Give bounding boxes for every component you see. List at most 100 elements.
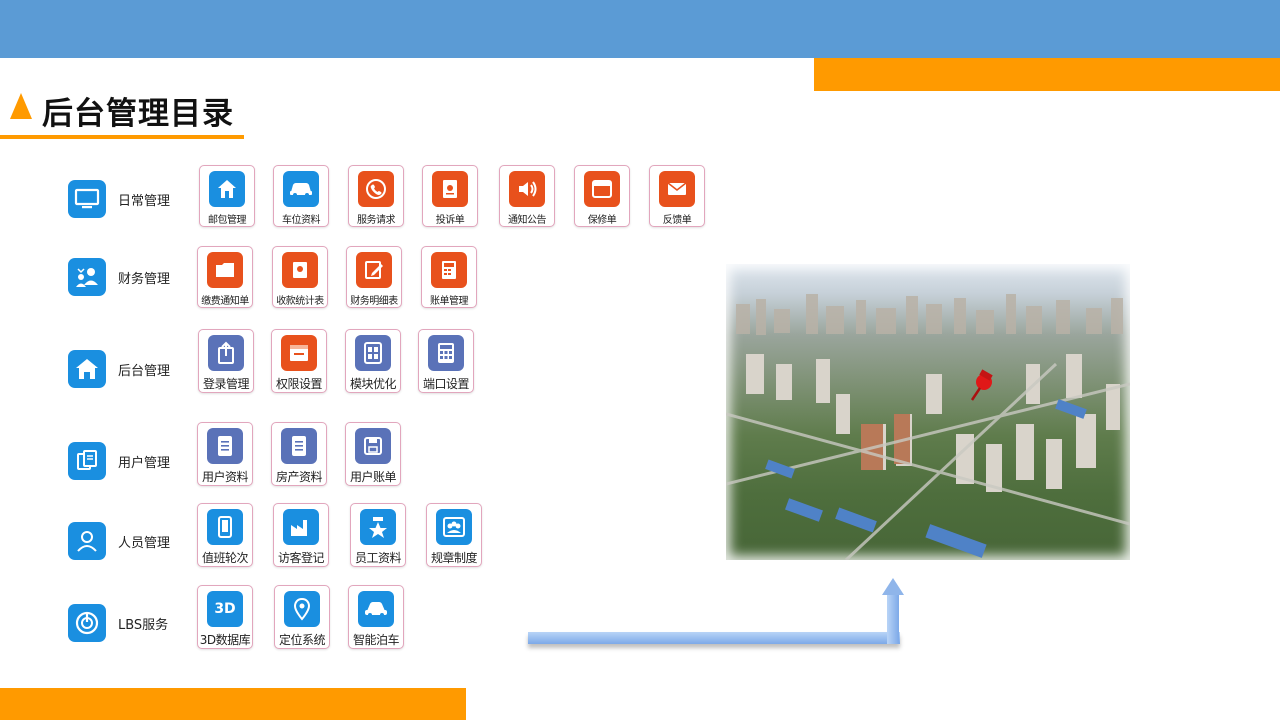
save-disk-icon <box>355 428 391 464</box>
stamp-icon <box>282 252 318 288</box>
module-port-settings[interactable]: 端口设置 <box>418 329 474 393</box>
envelope-icon <box>659 171 695 207</box>
module-receipt-stats[interactable]: 收款统计表 <box>272 246 328 308</box>
module-label: 登录管理 <box>202 377 250 391</box>
module-label: 3D数据库 <box>199 633 251 647</box>
module-label: 模块优化 <box>349 377 397 391</box>
edit-document-icon <box>356 252 392 288</box>
module-label: 账单管理 <box>430 296 469 307</box>
module-duty-roster[interactable]: 值班轮次 <box>197 503 253 567</box>
title-block: 后台管理目录 <box>0 84 244 140</box>
module-label: 反馈单 <box>662 215 692 226</box>
module-property-info[interactable]: 房产资料 <box>271 422 327 486</box>
group-screen-icon <box>436 509 472 545</box>
module-label: 邮包管理 <box>208 215 247 226</box>
keypad-icon <box>428 335 464 371</box>
category-label: 日常管理 <box>118 193 171 209</box>
module-smart-parking[interactable]: 智能泊车 <box>348 585 404 649</box>
module-label: 房产资料 <box>275 470 323 484</box>
module-bill-management[interactable]: 账单管理 <box>421 246 477 308</box>
document-list-icon <box>207 428 243 464</box>
module-staff-profile[interactable]: 员工资料 <box>350 503 406 567</box>
module-label: 规章制度 <box>430 551 478 565</box>
category-label: 后台管理 <box>118 363 171 379</box>
category-backend[interactable]: 后台管理 <box>68 350 170 388</box>
aerial-city-image <box>726 264 1130 560</box>
module-label: 员工资料 <box>354 551 402 565</box>
module-3d-database[interactable]: 3D 3D数据库 <box>197 585 253 649</box>
calculator-icon <box>431 252 467 288</box>
grid-module-icon <box>355 335 391 371</box>
module-login-management[interactable]: 登录管理 <box>198 329 254 393</box>
module-label: 访客登记 <box>277 551 325 565</box>
module-label: 端口设置 <box>422 377 470 391</box>
module-label: 车位资料 <box>282 215 321 226</box>
category-label: 财务管理 <box>118 271 171 287</box>
location-pin-icon <box>284 591 320 627</box>
header-bar <box>0 0 1280 58</box>
folder-icon <box>207 252 243 288</box>
car-icon <box>358 591 394 627</box>
person-icon <box>68 522 106 560</box>
module-visitor-register[interactable]: 访客登记 <box>273 503 329 567</box>
category-label: 用户管理 <box>118 455 171 471</box>
module-label: 缴费通知单 <box>201 296 249 307</box>
module-feedback[interactable]: 反馈单 <box>649 165 705 227</box>
3d-icon: 3D <box>207 591 243 627</box>
speaker-icon <box>509 171 545 207</box>
phone-device-icon <box>207 509 243 545</box>
module-label: 定位系统 <box>278 633 326 647</box>
module-module-optimize[interactable]: 模块优化 <box>345 329 401 393</box>
map-pin-icon <box>970 369 993 401</box>
module-notice[interactable]: 通知公告 <box>499 165 555 227</box>
module-user-bill[interactable]: 用户账单 <box>345 422 401 486</box>
triangle-icon <box>10 93 32 119</box>
module-label: 通知公告 <box>508 215 547 226</box>
module-label: 财务明细表 <box>350 296 398 307</box>
module-label: 用户账单 <box>349 470 397 484</box>
module-complaint[interactable]: 投诉单 <box>422 165 478 227</box>
module-label: 服务请求 <box>357 215 396 226</box>
house-icon <box>68 350 106 388</box>
module-parking-info[interactable]: 车位资料 <box>273 165 329 227</box>
header-accent-bar <box>814 58 1280 91</box>
badge-star-icon <box>360 509 396 545</box>
module-label: 收款统计表 <box>276 296 324 307</box>
title-underline <box>0 135 244 139</box>
module-regulations[interactable]: 规章制度 <box>426 503 482 567</box>
module-payment-notice[interactable]: 缴费通知单 <box>197 246 253 308</box>
upload-icon <box>208 335 244 371</box>
module-mail-package[interactable]: 邮包管理 <box>199 165 255 227</box>
window-icon <box>584 171 620 207</box>
category-finance[interactable]: 财务管理 <box>68 258 170 296</box>
module-label: 权限设置 <box>275 377 323 391</box>
module-label: 用户资料 <box>201 470 249 484</box>
user-files-icon <box>68 442 106 480</box>
car-icon <box>283 171 319 207</box>
connector-arrow-stem <box>887 594 899 644</box>
browser-icon <box>281 335 317 371</box>
module-user-profile[interactable]: 用户资料 <box>197 422 253 486</box>
module-finance-detail[interactable]: 财务明细表 <box>346 246 402 308</box>
module-repair[interactable]: 保修单 <box>574 165 630 227</box>
module-positioning[interactable]: 定位系统 <box>274 585 330 649</box>
category-lbs[interactable]: LBS服务 <box>68 604 168 642</box>
page-title: 后台管理目录 <box>42 96 234 132</box>
category-label: LBS服务 <box>118 617 169 633</box>
footer-accent-bar <box>0 688 466 720</box>
module-label: 值班轮次 <box>201 551 249 565</box>
category-user[interactable]: 用户管理 <box>68 442 170 480</box>
monitor-icon <box>68 180 106 218</box>
category-label: 人员管理 <box>118 535 171 551</box>
module-label: 保修单 <box>587 215 617 226</box>
category-daily[interactable]: 日常管理 <box>68 180 170 218</box>
module-permission-settings[interactable]: 权限设置 <box>271 329 327 393</box>
power-icon <box>68 604 106 642</box>
category-staff[interactable]: 人员管理 <box>68 522 170 560</box>
complaint-form-icon <box>432 171 468 207</box>
arrow-up-icon <box>882 578 904 595</box>
3d-glyph: 3D <box>214 601 236 617</box>
module-label: 智能泊车 <box>352 633 400 647</box>
module-service-request[interactable]: 服务请求 <box>348 165 404 227</box>
phone-icon <box>358 171 394 207</box>
